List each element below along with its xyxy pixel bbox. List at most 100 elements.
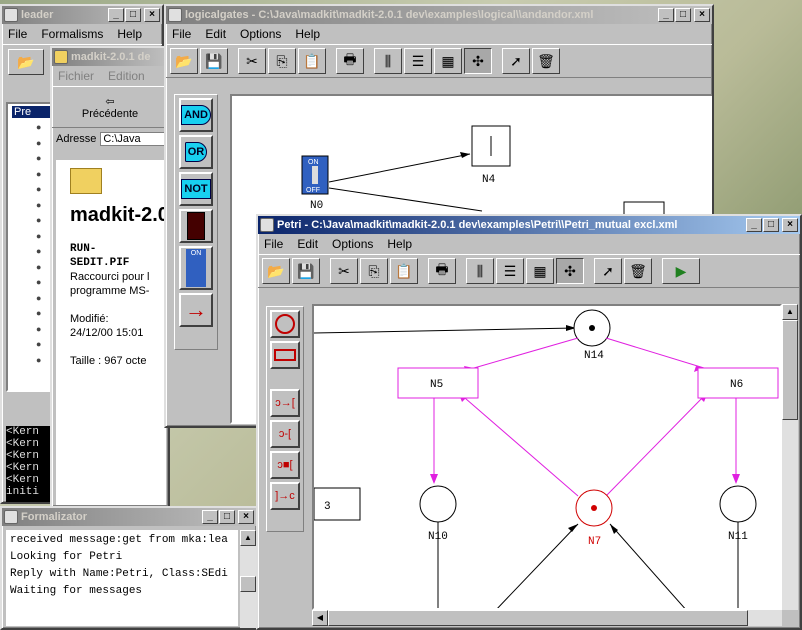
align-vertical-icon[interactable]: ☰: [496, 258, 524, 284]
explorer-titlebar[interactable]: madkit-2.0.1 de: [52, 48, 168, 66]
menu-edit[interactable]: Edit: [297, 237, 318, 251]
petri-titlebar[interactable]: Petri - C:\Java\madkit\madkit-2.0.1 dev\…: [258, 216, 800, 234]
maximize-button[interactable]: □: [219, 510, 235, 524]
run-icon[interactable]: ▶: [662, 258, 700, 284]
and-gate-button[interactable]: AND: [179, 98, 213, 132]
scroll-thumb[interactable]: [782, 320, 798, 420]
reset-arc-button[interactable]: ↄ■[: [270, 451, 300, 479]
not-gate-button[interactable]: NOT: [179, 172, 213, 206]
logicalgates-toolbar: 📂 💾 ✂ ⎘ 📋 🖶 ⫼ ☰ ▦ ✣ ➚ 🗑: [166, 44, 712, 78]
cut-icon[interactable]: ✂: [330, 258, 358, 284]
save-icon[interactable]: 💾: [292, 258, 320, 284]
logicalgates-titlebar[interactable]: logicalgates - C:\Java\madkit\madkit-2.0…: [166, 6, 712, 24]
save-icon[interactable]: 💾: [200, 48, 228, 74]
menu-edit[interactable]: Edit: [205, 27, 226, 41]
grid-icon[interactable]: ▦: [434, 48, 462, 74]
minimize-button[interactable]: _: [746, 218, 762, 232]
petri-title: Petri - C:\Java\madkit\madkit-2.0.1 dev\…: [277, 219, 678, 231]
console-line: <Kern: [6, 462, 40, 474]
menu-options[interactable]: Options: [240, 27, 281, 41]
grid-icon[interactable]: ▦: [526, 258, 554, 284]
petri-palette: ↄ→[ ↄ-[ ↄ■[ ]→c: [266, 306, 304, 532]
petri-hscrollbar[interactable]: ◀: [312, 610, 782, 626]
pointer-icon[interactable]: ➚: [502, 48, 530, 74]
arc-tool-button[interactable]: ↄ→[: [270, 389, 300, 417]
log-line: Waiting for messages: [10, 585, 143, 597]
output-arrow-button[interactable]: →: [179, 293, 213, 327]
minimize-button[interactable]: _: [202, 510, 218, 524]
folder-heading: madkit-2.0.1 de: [70, 204, 168, 226]
pointer-icon[interactable]: ➚: [594, 258, 622, 284]
back-button[interactable]: ⇦ Précédente: [52, 86, 168, 128]
java-icon: [4, 8, 18, 22]
menu-fichier[interactable]: Fichier: [58, 69, 94, 83]
menu-help[interactable]: Help: [387, 237, 412, 251]
snap-grid-icon[interactable]: ✣: [464, 48, 492, 74]
cut-icon[interactable]: ✂: [238, 48, 266, 74]
place-tool-button[interactable]: [270, 310, 300, 338]
scroll-up-icon[interactable]: ▲: [240, 530, 256, 546]
address-field[interactable]: C:\Java: [100, 132, 168, 146]
tree-root[interactable]: Pre: [12, 106, 50, 118]
scroll-left-icon[interactable]: ◀: [312, 610, 328, 626]
delete-icon[interactable]: 🗑: [624, 258, 652, 284]
copy-icon[interactable]: ⎘: [360, 258, 388, 284]
transition-tool-button[interactable]: [270, 341, 300, 369]
leader-titlebar[interactable]: leader _ □ ×: [2, 6, 162, 24]
formalizator-window: Formalizator _ □ × received message:get fr…: [0, 506, 258, 630]
open-icon[interactable]: 📂: [262, 258, 290, 284]
place-n10[interactable]: [419, 485, 457, 523]
petri-vscrollbar[interactable]: ▲: [782, 304, 798, 610]
close-button[interactable]: ×: [144, 8, 160, 22]
delete-icon[interactable]: 🗑: [532, 48, 560, 74]
transition-partial[interactable]: [314, 487, 361, 521]
inhibitor-arc-button[interactable]: ↄ-[: [270, 420, 300, 448]
menu-file[interactable]: File: [8, 27, 27, 41]
menu-file[interactable]: File: [264, 237, 283, 251]
align-vertical-icon[interactable]: ☰: [404, 48, 432, 74]
arc: [473, 337, 579, 369]
maximize-button[interactable]: □: [125, 8, 141, 22]
maximize-button[interactable]: □: [763, 218, 779, 232]
menu-options[interactable]: Options: [332, 237, 373, 251]
close-button[interactable]: ×: [782, 218, 798, 232]
agent-tree[interactable]: Pre ● ● ● ● ● ● ● ● ● ● ● ● ● ● ● ●: [6, 102, 56, 392]
print-icon[interactable]: 🖶: [428, 258, 456, 284]
open-folder-button[interactable]: 📂: [8, 49, 44, 75]
formalizator-titlebar[interactable]: Formalizator _ □ ×: [2, 508, 256, 526]
open-icon[interactable]: 📂: [170, 48, 198, 74]
align-horizontal-icon[interactable]: ⫼: [466, 258, 494, 284]
menu-help[interactable]: Help: [295, 27, 320, 41]
close-button[interactable]: ×: [238, 510, 254, 524]
petri-canvas[interactable]: N14 N5 N6 N10 N11 N7 3: [312, 304, 782, 610]
minimize-button[interactable]: _: [658, 8, 674, 22]
snap-grid-icon[interactable]: ✣: [556, 258, 584, 284]
paste-icon[interactable]: 📋: [390, 258, 418, 284]
size-value: Taille : 967 octe: [70, 355, 147, 367]
align-horizontal-icon[interactable]: ⫼: [374, 48, 402, 74]
explorer-menubar: Fichier Edition: [52, 66, 168, 86]
menu-help[interactable]: Help: [117, 27, 142, 41]
switch-button[interactable]: ON: [179, 246, 213, 290]
place-n11[interactable]: [719, 485, 757, 523]
label-n3: 3: [324, 501, 331, 513]
menu-formalisms[interactable]: Formalisms: [41, 27, 103, 41]
print-icon[interactable]: 🖶: [336, 48, 364, 74]
java-icon: [4, 510, 18, 524]
switch-n0[interactable]: ON OFF: [301, 155, 329, 195]
maximize-button[interactable]: □: [675, 8, 691, 22]
scroll-hthumb[interactable]: [328, 610, 748, 626]
display-button[interactable]: [179, 209, 213, 243]
or-gate-button[interactable]: OR: [179, 135, 213, 169]
copy-icon[interactable]: ⎘: [268, 48, 296, 74]
console-line: initi: [6, 486, 40, 498]
menu-edition[interactable]: Edition: [108, 69, 145, 83]
scroll-up-icon[interactable]: ▲: [782, 304, 798, 320]
minimize-button[interactable]: _: [108, 8, 124, 22]
menu-file[interactable]: File: [172, 27, 191, 41]
scroll-thumb[interactable]: [240, 576, 256, 592]
close-button[interactable]: ×: [694, 8, 710, 22]
paste-icon[interactable]: 📋: [298, 48, 326, 74]
log-scrollbar[interactable]: ▲: [240, 530, 256, 628]
reverse-arc-button[interactable]: ]→c: [270, 482, 300, 510]
